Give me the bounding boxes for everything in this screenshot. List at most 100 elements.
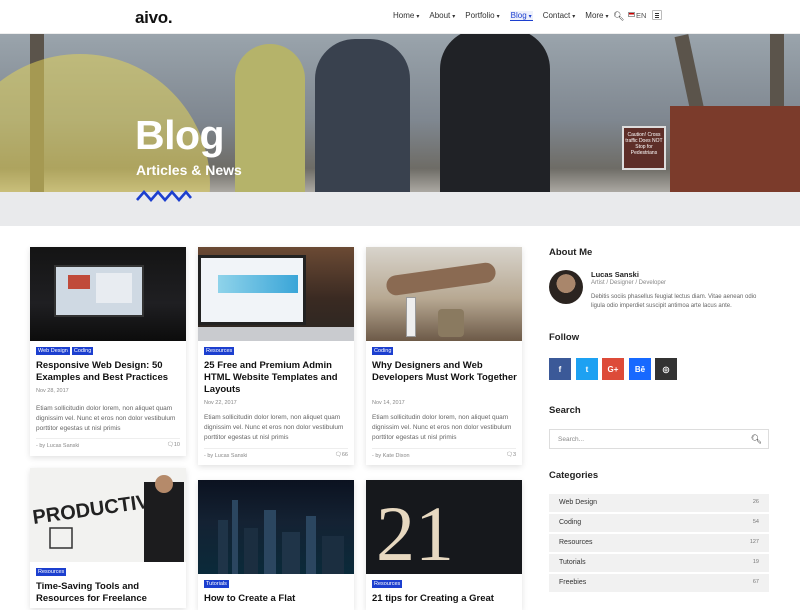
- post-card[interactable]: 21 Resources 21 tips for Creating a Grea…: [366, 480, 522, 610]
- nav-item-more[interactable]: More ▾: [585, 11, 608, 21]
- post-tags: Tutorials: [204, 580, 229, 588]
- facebook-icon: f: [558, 364, 562, 374]
- post-excerpt: Etiam sollicitudin dolor lorem, non aliq…: [36, 405, 176, 432]
- tag-badge[interactable]: Coding: [372, 347, 394, 355]
- post-tags: Web Design Coding: [36, 347, 94, 355]
- post-date: Nov 28, 2017: [36, 388, 69, 394]
- laptop-base: [198, 327, 354, 341]
- tag-badge[interactable]: Tutorials: [204, 580, 229, 588]
- avatar: [549, 270, 583, 304]
- comment-icon: 🗨︎: [166, 442, 174, 448]
- search-input[interactable]: Search... 🔍︎: [549, 429, 769, 449]
- chevron-down-icon: ▾: [572, 14, 576, 20]
- zigzag-divider-icon: [136, 189, 192, 202]
- divider: [36, 438, 180, 439]
- tag-badge[interactable]: Resources: [36, 568, 67, 576]
- post-card[interactable]: Coding Why Designers and Web Developers …: [366, 247, 522, 465]
- tag-badge[interactable]: Resources: [204, 347, 235, 355]
- category-count: 67: [752, 579, 759, 585]
- nav-item-portfolio[interactable]: Portfolio ▾: [465, 11, 499, 21]
- category-item[interactable]: Freebies 67: [549, 574, 769, 592]
- tag-badge[interactable]: Coding: [71, 347, 94, 355]
- post-thumbnail[interactable]: [198, 247, 354, 341]
- dribbble-icon: ◎: [662, 364, 670, 374]
- post-card[interactable]: Tutorials How to Create a Flat: [198, 480, 354, 610]
- category-item[interactable]: Tutorials 19: [549, 554, 769, 572]
- dribbble-button[interactable]: ◎: [655, 358, 677, 380]
- category-label: Coding: [559, 519, 582, 526]
- background-house: [670, 106, 800, 201]
- post-date: Nov 22, 2017: [204, 400, 237, 406]
- google-plus-button[interactable]: G+: [602, 358, 624, 380]
- behance-icon: Bē: [634, 364, 646, 374]
- snowy-ground: [0, 192, 800, 226]
- caution-sign: Caution! Cross traffic Does NOT Stop for…: [622, 126, 666, 170]
- post-tags: Resources: [204, 347, 235, 355]
- nav-item-home[interactable]: Home ▾: [393, 11, 419, 21]
- hero-banner: Caution! Cross traffic Does NOT Stop for…: [0, 34, 800, 226]
- hero-person: [235, 44, 305, 214]
- post-thumbnail[interactable]: [198, 480, 354, 574]
- author-role: Artist / Designer / Developer: [591, 280, 667, 286]
- language-switcher[interactable]: EN: [628, 11, 646, 20]
- category-item[interactable]: Resources 127: [549, 534, 769, 552]
- twitter-button[interactable]: t: [576, 358, 598, 380]
- chevron-down-icon: ▾: [452, 14, 456, 20]
- post-card[interactable]: Resources 25 Free and Premium Admin HTML…: [198, 247, 354, 465]
- category-item[interactable]: Coding 54: [549, 514, 769, 532]
- comment-count[interactable]: 🗨︎66: [335, 452, 348, 458]
- tag-badge[interactable]: Web Design: [36, 347, 70, 355]
- comment-icon: 🗨︎: [505, 452, 513, 458]
- post-title[interactable]: Time-Saving Tools and Resources for Free…: [36, 581, 182, 605]
- category-label: Resources: [559, 539, 593, 546]
- post-title[interactable]: 21 tips for Creating a Great: [372, 593, 518, 605]
- number-21-image: 21: [376, 490, 454, 574]
- category-label: Freebies: [559, 579, 587, 586]
- search-icon[interactable]: 🔍︎: [751, 434, 762, 445]
- tag-badge[interactable]: Resources: [372, 580, 403, 588]
- chevron-down-icon: ▾: [528, 14, 532, 20]
- post-thumbnail[interactable]: 21: [366, 480, 522, 574]
- nav-item-about[interactable]: About ▾: [429, 11, 455, 21]
- category-count: 19: [752, 559, 759, 565]
- author-bio: Debitis sociis phasellus feugiat lectus …: [591, 294, 757, 309]
- water-bottle: [406, 297, 416, 337]
- nav-item-blog[interactable]: Blog ▾: [509, 11, 533, 21]
- post-date: Nov 14, 2017: [372, 400, 405, 406]
- nav-item-contact[interactable]: Contact ▾: [543, 11, 576, 21]
- category-item[interactable]: Web Design 26: [549, 494, 769, 512]
- comment-count[interactable]: 🗨︎3: [506, 452, 516, 458]
- search-heading: Search: [549, 405, 581, 416]
- hamburger-menu-icon[interactable]: [652, 10, 662, 20]
- search-placeholder: Search...: [558, 436, 585, 443]
- site-logo[interactable]: aivo.: [135, 8, 173, 28]
- post-author: - by Lucas Sanski: [204, 453, 248, 459]
- post-excerpt: Etiam sollicitudin dolor lorem, non aliq…: [204, 414, 344, 441]
- top-navigation-bar: aivo. Home ▾ About ▾ Portfolio ▾ Blog ▾ Cont…: [0, 0, 800, 34]
- post-title[interactable]: Why Designers and Web Developers Must Wo…: [372, 360, 518, 384]
- post-tags: Coding: [372, 347, 394, 355]
- post-title[interactable]: How to Create a Flat: [204, 593, 350, 605]
- post-thumbnail[interactable]: [366, 247, 522, 341]
- post-card[interactable]: PRODUCTIVITY Resources Time-Saving Tools…: [30, 468, 186, 608]
- comment-count[interactable]: 🗨︎10: [167, 442, 180, 448]
- page-title: Blog: [135, 112, 225, 158]
- category-label: Tutorials: [559, 559, 586, 566]
- post-title[interactable]: 25 Free and Premium Admin HTML Website T…: [204, 360, 350, 396]
- post-card[interactable]: Web Design Coding Responsive Web Design:…: [30, 247, 186, 456]
- post-thumbnail[interactable]: [30, 247, 186, 341]
- google-plus-icon: G+: [607, 364, 619, 374]
- author-name: Lucas Sanski: [591, 270, 639, 279]
- jar: [438, 309, 464, 337]
- category-label: Web Design: [559, 499, 598, 506]
- twitter-icon: t: [585, 364, 589, 374]
- post-thumbnail[interactable]: PRODUCTIVITY: [30, 468, 186, 562]
- svg-text:21: 21: [376, 490, 454, 574]
- behance-button[interactable]: Bē: [629, 358, 651, 380]
- post-title[interactable]: Responsive Web Design: 50 Examples and B…: [36, 360, 182, 384]
- search-icon[interactable]: 🔍︎: [613, 11, 624, 22]
- comment-icon: 🗨︎: [334, 452, 342, 458]
- chevron-down-icon: ▾: [416, 14, 420, 20]
- facebook-button[interactable]: f: [549, 358, 571, 380]
- divider: [372, 448, 516, 449]
